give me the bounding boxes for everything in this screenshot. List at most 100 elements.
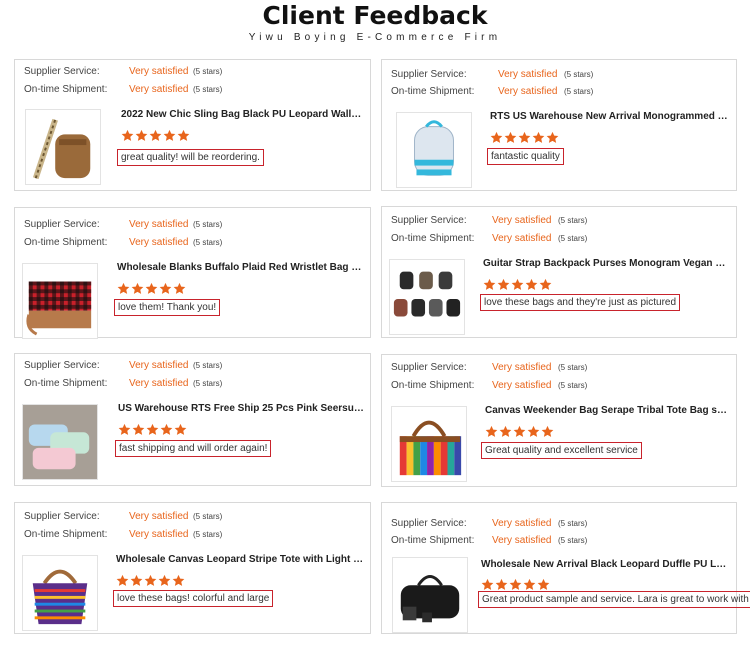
ontime-shipment-row: On-time Shipment: Very satisfied (5 star…	[24, 378, 354, 389]
supplier-service-row: Supplier Service: Very satisfied (5 star…	[24, 219, 354, 230]
product-image[interactable]	[389, 259, 465, 335]
star-icon	[513, 425, 526, 438]
product-title-link[interactable]: RTS US Warehouse New Arrival Monogrammed…	[490, 111, 731, 122]
star-icon	[504, 131, 517, 144]
review-text: fantastic quality	[487, 148, 564, 165]
supplier-service-stars: (5 stars)	[193, 512, 223, 521]
ontime-shipment-stars: (5 stars)	[564, 87, 594, 96]
star-icon	[525, 278, 538, 291]
star-rating	[117, 282, 187, 296]
star-icon	[144, 574, 157, 587]
star-icon	[173, 282, 186, 295]
backpacks-group-icon	[390, 260, 464, 334]
supplier-service-label: Supplier Service:	[391, 518, 467, 529]
ontime-shipment-stars: (5 stars)	[558, 234, 588, 243]
ontime-shipment-row: On-time Shipment: Very satisfied (5 star…	[391, 535, 721, 546]
star-rating	[121, 129, 191, 143]
supplier-service-label: Supplier Service:	[391, 362, 467, 373]
ontime-shipment-stars: (5 stars)	[558, 381, 588, 390]
star-icon	[511, 278, 524, 291]
star-icon	[483, 278, 496, 291]
star-rating	[481, 578, 551, 592]
supplier-service-stars: (5 stars)	[558, 519, 588, 528]
star-icon	[481, 578, 494, 591]
product-image[interactable]	[22, 555, 98, 631]
ontime-shipment-stars: (5 stars)	[193, 379, 223, 388]
star-icon	[149, 129, 162, 142]
review-text: great quality! will be reordering.	[117, 149, 264, 166]
supplier-service-rating: Very satisfied	[492, 215, 552, 226]
product-title-link[interactable]: US Warehouse RTS Free Ship 25 Pcs Pink S…	[118, 403, 365, 414]
serape-tote-icon	[392, 407, 466, 481]
ontime-shipment-label: On-time Shipment:	[24, 84, 108, 95]
product-image[interactable]	[22, 404, 98, 480]
page-title: Client Feedback	[262, 1, 488, 30]
supplier-service-row: Supplier Service: Very satisfied (5 star…	[24, 511, 354, 522]
star-icon	[527, 425, 540, 438]
ontime-shipment-label: On-time Shipment:	[391, 233, 475, 244]
ontime-shipment-row: On-time Shipment: Very satisfied (5 star…	[391, 380, 721, 391]
ontime-shipment-rating: Very satisfied	[498, 86, 558, 97]
star-icon	[539, 278, 552, 291]
ontime-shipment-label: On-time Shipment:	[391, 535, 475, 546]
ontime-shipment-stars: (5 stars)	[193, 85, 223, 94]
star-icon	[523, 578, 536, 591]
star-icon	[497, 278, 510, 291]
product-title-link[interactable]: 2022 New Chic Sling Bag Black PU Leopard…	[121, 109, 365, 120]
review-text: love these bags! colorful and large	[113, 590, 274, 607]
supplier-service-stars: (5 stars)	[558, 216, 588, 225]
ontime-shipment-row: On-time Shipment: Very satisfied (5 star…	[391, 233, 721, 244]
product-title-link[interactable]: Canvas Weekender Bag Serape Tribal Tote …	[485, 405, 731, 416]
wristlet-icon	[23, 264, 97, 338]
star-icon	[174, 423, 187, 436]
ontime-shipment-rating: Very satisfied	[129, 237, 189, 248]
star-icon	[117, 282, 130, 295]
star-icon	[546, 131, 559, 144]
product-title-link[interactable]: Wholesale Blanks Buffalo Plaid Red Wrist…	[117, 262, 365, 273]
ontime-shipment-row: On-time Shipment: Very satisfied (5 star…	[391, 86, 721, 97]
star-icon	[118, 423, 131, 436]
supplier-service-stars: (5 stars)	[193, 220, 223, 229]
product-image[interactable]	[22, 263, 98, 339]
ontime-shipment-row: On-time Shipment: Very satisfied (5 star…	[24, 84, 354, 95]
ontime-shipment-row: On-time Shipment: Very satisfied (5 star…	[24, 529, 354, 540]
star-icon	[159, 282, 172, 295]
ontime-shipment-label: On-time Shipment:	[391, 86, 475, 97]
supplier-service-stars: (5 stars)	[193, 67, 223, 76]
supplier-service-label: Supplier Service:	[391, 215, 467, 226]
star-icon	[130, 574, 143, 587]
product-image[interactable]	[396, 112, 472, 188]
ontime-shipment-rating: Very satisfied	[492, 380, 552, 391]
ontime-shipment-rating: Very satisfied	[129, 378, 189, 389]
star-icon	[163, 129, 176, 142]
star-rating	[116, 574, 186, 588]
supplier-service-row: Supplier Service: Very satisfied (5 star…	[24, 66, 354, 77]
star-icon	[177, 129, 190, 142]
review-text: Great product sample and service. Lara i…	[478, 591, 750, 608]
product-image[interactable]	[391, 406, 467, 482]
supplier-service-rating: Very satisfied	[129, 66, 189, 77]
star-icon	[131, 282, 144, 295]
star-icon	[495, 578, 508, 591]
product-image[interactable]	[392, 557, 468, 633]
star-icon	[490, 131, 503, 144]
supplier-service-label: Supplier Service:	[24, 360, 100, 371]
product-title-link[interactable]: Guitar Strap Backpack Purses Monogram Ve…	[483, 258, 731, 269]
product-image[interactable]	[25, 109, 101, 185]
review-text: love them! Thank you!	[114, 299, 221, 316]
page-subtitle: Yiwu Boying E-Commerce Firm	[248, 32, 502, 43]
ontime-shipment-stars: (5 stars)	[193, 238, 223, 247]
supplier-service-rating: Very satisfied	[129, 511, 189, 522]
star-icon	[485, 425, 498, 438]
star-icon	[145, 282, 158, 295]
star-icon	[135, 129, 148, 142]
star-rating	[483, 278, 553, 292]
supplier-service-row: Supplier Service: Very satisfied (5 star…	[391, 69, 721, 80]
supplier-service-label: Supplier Service:	[391, 69, 467, 80]
product-title-link[interactable]: Wholesale New Arrival Black Leopard Duff…	[481, 559, 731, 570]
supplier-service-row: Supplier Service: Very satisfied (5 star…	[24, 360, 354, 371]
star-icon	[499, 425, 512, 438]
product-title-link[interactable]: Wholesale Canvas Leopard Stripe Tote wit…	[116, 554, 365, 565]
ontime-shipment-stars: (5 stars)	[193, 530, 223, 539]
star-icon	[121, 129, 134, 142]
